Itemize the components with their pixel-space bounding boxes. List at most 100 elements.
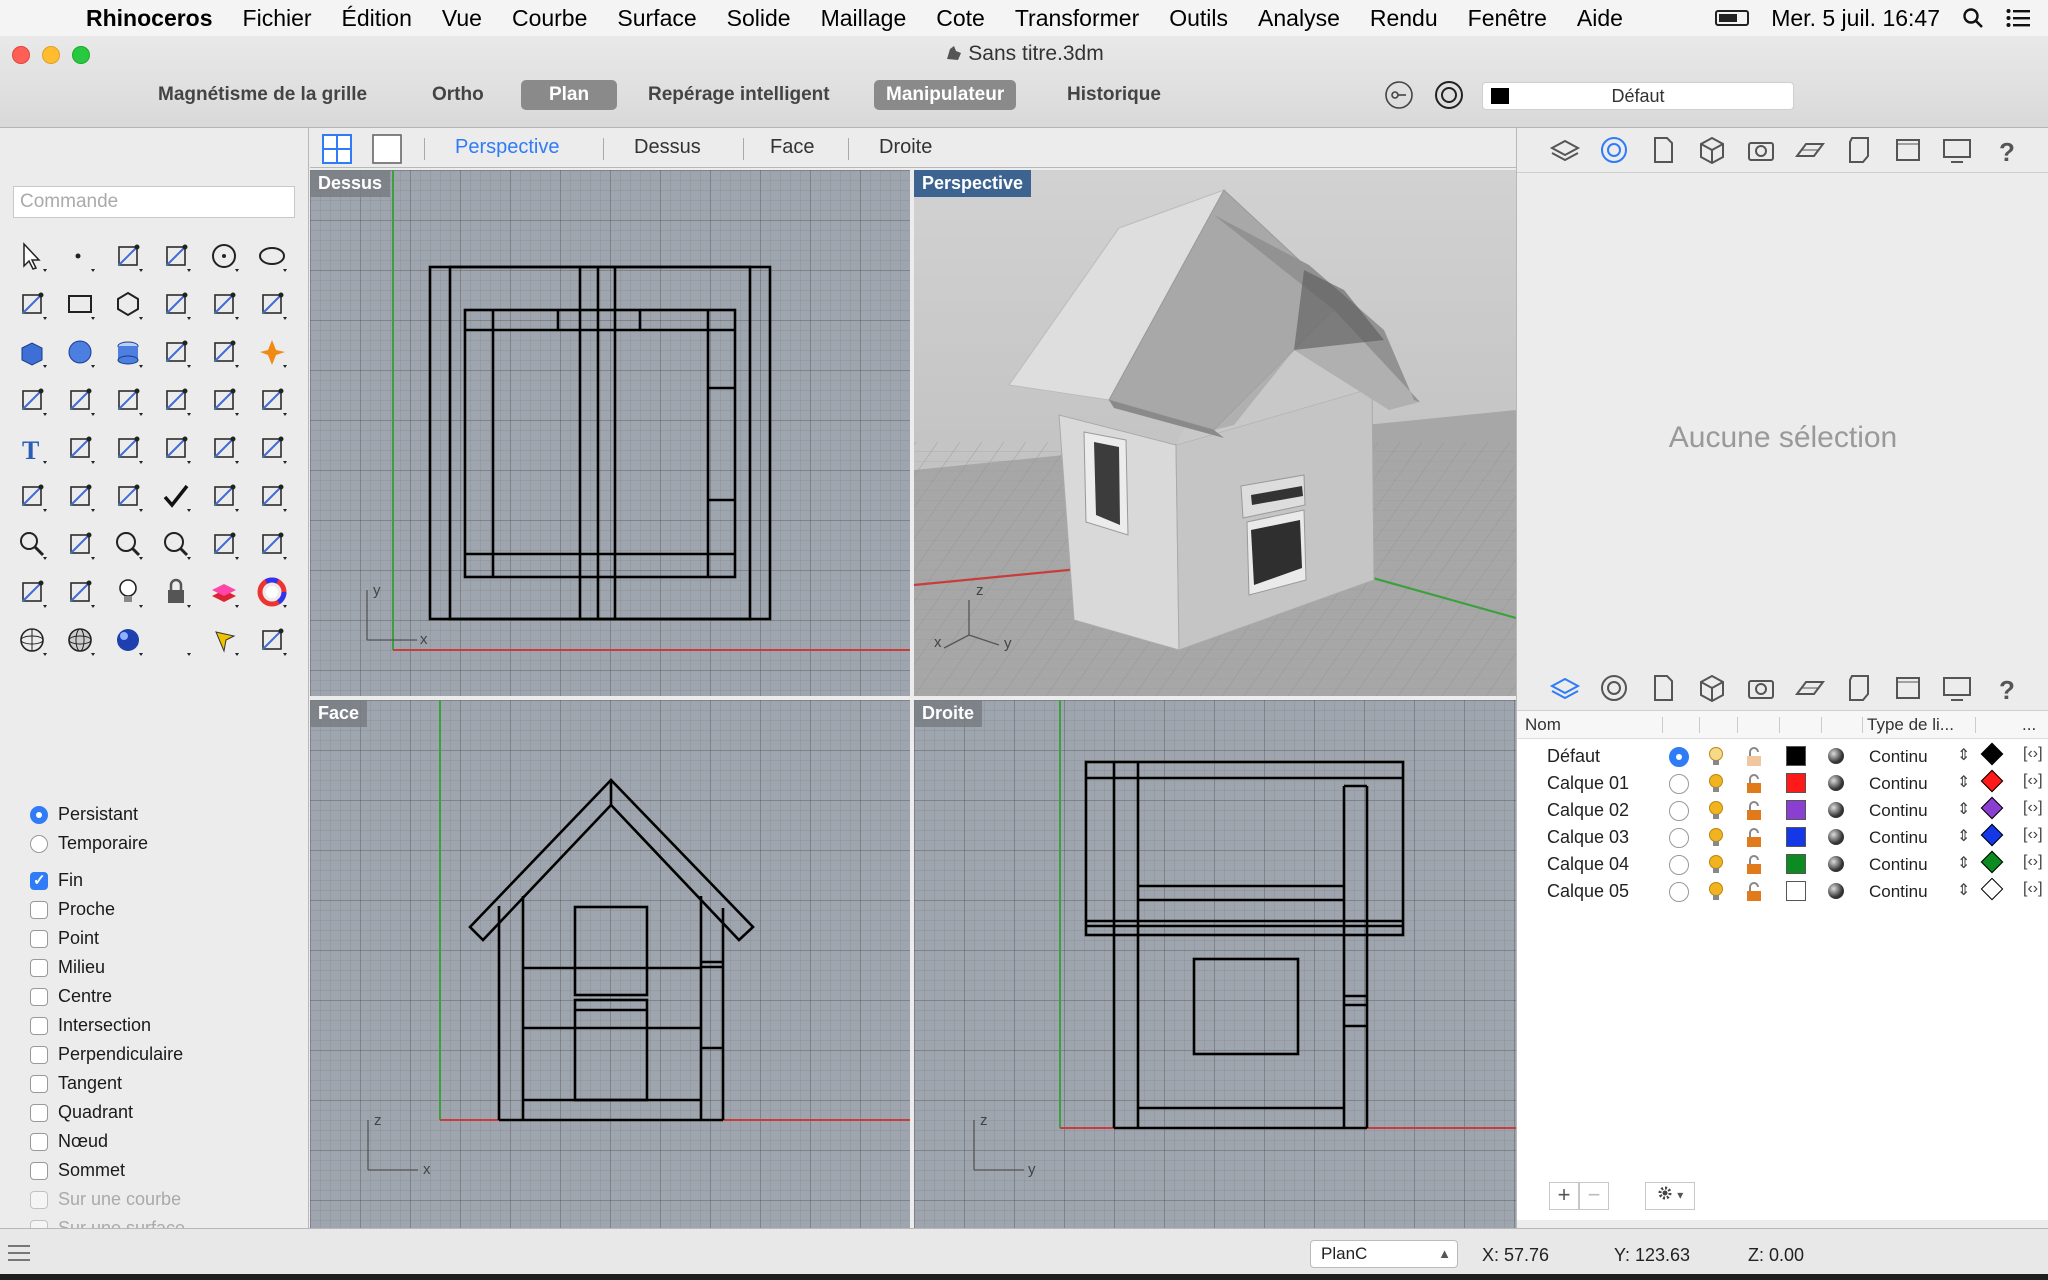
updown-arrows-icon[interactable]: ⇕ [1957, 799, 1970, 819]
surface-from-points-icon[interactable] [200, 280, 248, 328]
notes-tab-icon[interactable] [1839, 668, 1879, 708]
viewport-top-label[interactable]: Dessus [310, 170, 391, 197]
cplane-icon[interactable] [8, 568, 56, 616]
updown-arrows-icon[interactable]: ⇕ [1957, 772, 1970, 792]
print-width-icon[interactable]: [‹›] [2023, 880, 2043, 898]
lightbulb-icon[interactable] [1706, 827, 1726, 849]
print-color-diamond-icon[interactable] [1980, 823, 2004, 847]
monitor-tab-icon[interactable] [1937, 668, 1977, 708]
grid-plane-icon[interactable] [248, 424, 296, 472]
layer-name[interactable]: Calque 05 [1547, 881, 1629, 902]
clock[interactable]: Mer. 5 juil. 16:47 [1771, 5, 1940, 32]
camera-tab-icon[interactable] [1741, 130, 1781, 170]
print-width-icon[interactable]: [‹›] [2023, 853, 2043, 871]
sphere-solid-icon[interactable] [56, 328, 104, 376]
menu-edition[interactable]: Édition [327, 5, 427, 32]
material-sphere-icon[interactable] [1828, 775, 1844, 791]
extrude-surface-icon[interactable] [248, 280, 296, 328]
check-icon[interactable] [152, 472, 200, 520]
wire-sphere-icon[interactable] [8, 616, 56, 664]
boolean-split-icon[interactable] [152, 376, 200, 424]
unlocked-padlock-icon[interactable] [1744, 773, 1764, 795]
layer-row[interactable]: Calque 04 Continu ⇕ [‹›] [1517, 850, 2048, 878]
unlocked-padlock-icon[interactable] [1744, 800, 1764, 822]
print-color-diamond-icon[interactable] [1980, 796, 2004, 820]
layers-tab-icon[interactable] [1545, 668, 1585, 708]
viewport-tab-icon[interactable] [1888, 130, 1928, 170]
menu-aide[interactable]: Aide [1562, 5, 1638, 32]
unlocked-padlock-icon[interactable] [1744, 881, 1764, 903]
lightbulb-icon[interactable] [1706, 800, 1726, 822]
print-width-icon[interactable]: [‹›] [2023, 745, 2043, 763]
pointer-annotation-icon[interactable] [200, 616, 248, 664]
osnap-checkbox[interactable] [30, 1045, 48, 1064]
osnap-checkbox[interactable] [30, 1074, 48, 1093]
updown-arrows-icon[interactable]: ⇕ [1957, 826, 1970, 846]
layer-row[interactable]: Calque 01 Continu ⇕ [‹›] [1517, 769, 2048, 797]
viewport-front[interactable]: z x Face [310, 700, 910, 1228]
print-width-icon[interactable]: [‹›] [2023, 772, 2043, 790]
layer-current-radio[interactable] [1669, 828, 1689, 848]
help-tab-icon[interactable]: ? [1986, 668, 2026, 708]
analyze-icon[interactable] [104, 472, 152, 520]
osnap-persistent-option[interactable]: Persistant [30, 800, 185, 829]
single-view-layout-icon[interactable] [372, 134, 402, 164]
print-color-diamond-icon[interactable] [1980, 877, 2004, 901]
lightbulb-icon[interactable] [1706, 773, 1726, 795]
grid-tab-icon[interactable] [1790, 130, 1830, 170]
zoom-icon[interactable] [152, 520, 200, 568]
camera-tab-icon[interactable] [1741, 668, 1781, 708]
osnap-item[interactable]: Sur une courbe [30, 1185, 185, 1214]
gumball-tool-icon[interactable] [248, 616, 296, 664]
lock-icon[interactable] [152, 568, 200, 616]
print-width-icon[interactable]: [‹›] [2023, 799, 2043, 817]
layer-name[interactable]: Calque 03 [1547, 827, 1629, 848]
display-tab-icon[interactable] [1594, 668, 1634, 708]
osnap-item[interactable]: Centre [30, 982, 185, 1011]
material-sphere-icon[interactable] [1828, 748, 1844, 764]
osnap-item[interactable]: Perpendiculaire [30, 1040, 185, 1069]
layer-row[interactable]: Calque 05 Continu ⇕ [‹›] [1517, 877, 2048, 905]
text-icon[interactable]: T [8, 424, 56, 472]
offset-icon[interactable] [248, 472, 296, 520]
shaded-sphere-icon[interactable] [56, 616, 104, 664]
color-wheel-icon[interactable] [248, 568, 296, 616]
four-view-layout-icon[interactable] [322, 134, 352, 164]
layer-current-radio[interactable] [1669, 801, 1689, 821]
osnap-checkbox[interactable] [30, 1190, 48, 1209]
layer-color-swatch[interactable] [1786, 773, 1806, 793]
dimension-icon[interactable] [152, 424, 200, 472]
document-tab-icon[interactable] [1643, 130, 1683, 170]
zoom-window-icon[interactable] [56, 520, 104, 568]
print-width-icon[interactable]: [‹›] [2023, 826, 2043, 844]
layers-header-name[interactable]: Nom [1525, 715, 1561, 735]
battery-icon[interactable] [1715, 10, 1750, 26]
viewport-right-label[interactable]: Droite [914, 700, 983, 727]
layer-current-radio[interactable] [1669, 855, 1689, 875]
gear-tools-icon[interactable] [200, 328, 248, 376]
osnap-checkbox[interactable] [30, 929, 48, 948]
tab-dessus[interactable]: Dessus [634, 136, 701, 159]
layers-header-more[interactable]: ... [2022, 715, 2036, 735]
trim-icon[interactable] [8, 376, 56, 424]
rotate-view-icon[interactable] [200, 520, 248, 568]
material-sphere-icon[interactable] [1828, 829, 1844, 845]
viewport-front-label[interactable]: Face [310, 700, 368, 727]
layer-current-radio[interactable] [1669, 774, 1689, 794]
layer-row[interactable]: Calque 03 Continu ⇕ [‹›] [1517, 823, 2048, 851]
temporary-radio[interactable] [30, 834, 48, 853]
updown-arrows-icon[interactable]: ⇕ [1957, 745, 1970, 765]
updown-arrows-icon[interactable]: ⇕ [1957, 853, 1970, 873]
layer-linetype[interactable]: Continu [1869, 801, 1928, 821]
osnap-item[interactable]: Milieu [30, 953, 185, 982]
layer-name[interactable]: Calque 04 [1547, 854, 1629, 875]
print-color-diamond-icon[interactable] [1980, 850, 2004, 874]
viewport-tab-icon[interactable] [1888, 668, 1928, 708]
app-menu[interactable]: Rhinoceros [66, 5, 228, 32]
circle-icon[interactable] [200, 232, 248, 280]
layer-color-swatch[interactable] [1786, 881, 1806, 901]
layer-color-swatch[interactable] [1786, 800, 1806, 820]
osnap-checkbox[interactable] [30, 958, 48, 977]
cplane-dropdown[interactable]: PlanC ▲ [1310, 1240, 1458, 1268]
layer-current-radio[interactable] [1669, 747, 1689, 767]
